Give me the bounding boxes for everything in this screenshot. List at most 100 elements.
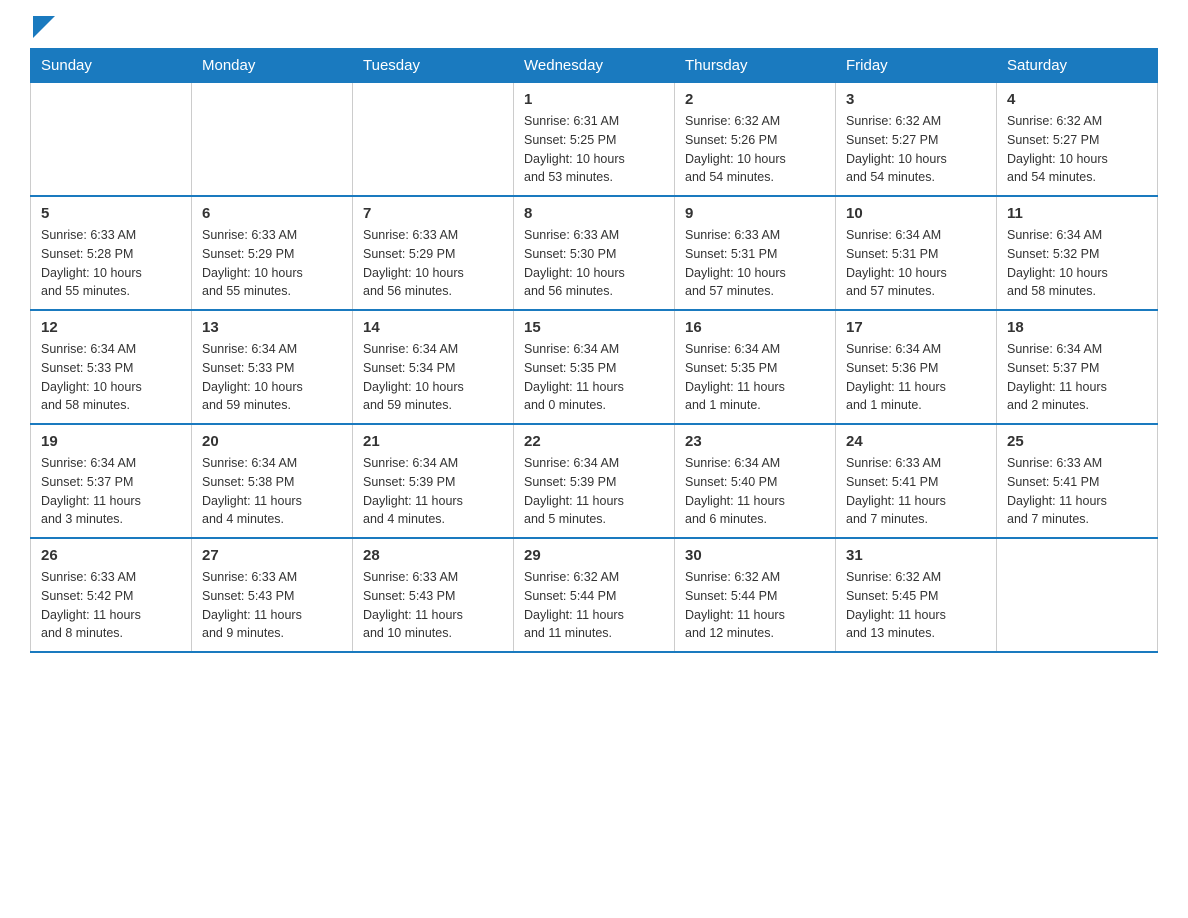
day-info: Sunrise: 6:34 AMSunset: 5:36 PMDaylight:…: [846, 340, 986, 415]
day-number: 23: [685, 433, 825, 450]
calendar-cell: 2 Sunrise: 6:32 AMSunset: 5:26 PMDaylight…: [675, 83, 836, 197]
calendar-table: SundayMondayTuesdayWednesdayThursdayFrid…: [30, 48, 1158, 653]
day-info: Sunrise: 6:31 AMSunset: 5:25 PMDaylight:…: [524, 112, 664, 187]
day-info: Sunrise: 6:32 AMSunset: 5:44 PMDaylight:…: [685, 568, 825, 643]
day-info: Sunrise: 6:33 AMSunset: 5:28 PMDaylight:…: [41, 226, 181, 301]
calendar-cell: 9Sunrise: 6:33 AMSunset: 5:31 PMDaylight…: [675, 196, 836, 310]
day-info: Sunrise: 6:32 AMSunset: 5:44 PMDaylight:…: [524, 568, 664, 643]
day-number: 3: [846, 91, 986, 108]
calendar-header-row: SundayMondayTuesdayWednesdayThursdayFrid…: [31, 49, 1158, 83]
day-number: 11: [1007, 205, 1147, 222]
day-number: 4: [1007, 91, 1147, 108]
day-info: Sunrise: 6:33 AMSunset: 5:42 PMDaylight:…: [41, 568, 181, 643]
calendar-cell: 19 Sunrise: 6:34 AMSunset: 5:37 PMDayligh…: [31, 424, 192, 538]
day-number: 24: [846, 433, 986, 450]
day-number: 21: [363, 433, 503, 450]
calendar-cell: 23 Sunrise: 6:34 AMSunset: 5:40 PMDayligh…: [675, 424, 836, 538]
calendar-cell: 22 Sunrise: 6:34 AMSunset: 5:39 PMDayligh…: [514, 424, 675, 538]
day-number: 6: [202, 205, 342, 222]
calendar-cell: 16 Sunrise: 6:34 AMSunset: 5:35 PMDayligh…: [675, 310, 836, 424]
calendar-cell: 4Sunrise: 6:32 AMSunset: 5:27 PMDaylight…: [997, 83, 1158, 197]
day-number: 12: [41, 319, 181, 336]
day-number: 26: [41, 547, 181, 564]
day-info: Sunrise: 6:34 AMSunset: 5:33 PMDaylight:…: [202, 340, 342, 415]
calendar-cell: 31 Sunrise: 6:32 AMSunset: 5:45 PMDayligh…: [836, 538, 997, 652]
calendar-cell: 13 Sunrise: 6:34 AMSunset: 5:33 PMDayligh…: [192, 310, 353, 424]
calendar-week-row: 12 Sunrise: 6:34 AMSunset: 5:33 PMDayligh…: [31, 310, 1158, 424]
day-info: Sunrise: 6:34 AMSunset: 5:39 PMDaylight:…: [363, 454, 503, 529]
day-info: Sunrise: 6:32 AMSunset: 5:26 PMDaylight:…: [685, 112, 825, 187]
logo-triangle-icon: [33, 16, 55, 38]
day-info: Sunrise: 6:33 AMSunset: 5:41 PMDaylight:…: [1007, 454, 1147, 529]
day-info: Sunrise: 6:33 AMSunset: 5:30 PMDaylight:…: [524, 226, 664, 301]
day-number: 2: [685, 91, 825, 108]
day-info: Sunrise: 6:34 AMSunset: 5:35 PMDaylight:…: [524, 340, 664, 415]
day-info: Sunrise: 6:34 AMSunset: 5:34 PMDaylight:…: [363, 340, 503, 415]
day-info: Sunrise: 6:34 AMSunset: 5:31 PMDaylight:…: [846, 226, 986, 301]
day-info: Sunrise: 6:33 AMSunset: 5:31 PMDaylight:…: [685, 226, 825, 301]
calendar-cell: 30Sunrise: 6:32 AMSunset: 5:44 PMDayligh…: [675, 538, 836, 652]
calendar-cell: [997, 538, 1158, 652]
day-header-saturday: Saturday: [997, 49, 1158, 83]
calendar-week-row: 19 Sunrise: 6:34 AMSunset: 5:37 PMDayligh…: [31, 424, 1158, 538]
day-number: 13: [202, 319, 342, 336]
day-number: 16: [685, 319, 825, 336]
day-info: Sunrise: 6:33 AMSunset: 5:29 PMDaylight:…: [363, 226, 503, 301]
day-header-monday: Monday: [192, 49, 353, 83]
day-header-friday: Friday: [836, 49, 997, 83]
day-info: Sunrise: 6:33 AMSunset: 5:41 PMDaylight:…: [846, 454, 986, 529]
calendar-cell: 11 Sunrise: 6:34 AMSunset: 5:32 PMDayligh…: [997, 196, 1158, 310]
calendar-cell: 26 Sunrise: 6:33 AMSunset: 5:42 PMDayligh…: [31, 538, 192, 652]
day-number: 7: [363, 205, 503, 222]
calendar-cell: 20 Sunrise: 6:34 AMSunset: 5:38 PMDayligh…: [192, 424, 353, 538]
day-number: 17: [846, 319, 986, 336]
calendar-cell: 5 Sunrise: 6:33 AMSunset: 5:28 PMDaylight…: [31, 196, 192, 310]
calendar-cell: 8 Sunrise: 6:33 AMSunset: 5:30 PMDaylight…: [514, 196, 675, 310]
day-info: Sunrise: 6:33 AMSunset: 5:43 PMDaylight:…: [202, 568, 342, 643]
day-header-tuesday: Tuesday: [353, 49, 514, 83]
calendar-cell: 28 Sunrise: 6:33 AMSunset: 5:43 PMDayligh…: [353, 538, 514, 652]
calendar-cell: [353, 83, 514, 197]
day-header-thursday: Thursday: [675, 49, 836, 83]
day-number: 15: [524, 319, 664, 336]
day-number: 31: [846, 547, 986, 564]
calendar-cell: 27Sunrise: 6:33 AMSunset: 5:43 PMDayligh…: [192, 538, 353, 652]
calendar-cell: 1 Sunrise: 6:31 AMSunset: 5:25 PMDaylight…: [514, 83, 675, 197]
day-number: 28: [363, 547, 503, 564]
day-info: Sunrise: 6:34 AMSunset: 5:37 PMDaylight:…: [1007, 340, 1147, 415]
calendar-cell: 10 Sunrise: 6:34 AMSunset: 5:31 PMDayligh…: [836, 196, 997, 310]
day-number: 20: [202, 433, 342, 450]
day-info: Sunrise: 6:34 AMSunset: 5:35 PMDaylight:…: [685, 340, 825, 415]
day-info: Sunrise: 6:32 AMSunset: 5:45 PMDaylight:…: [846, 568, 986, 643]
day-number: 14: [363, 319, 503, 336]
day-info: Sunrise: 6:34 AMSunset: 5:32 PMDaylight:…: [1007, 226, 1147, 301]
day-info: Sunrise: 6:34 AMSunset: 5:39 PMDaylight:…: [524, 454, 664, 529]
calendar-cell: 18 Sunrise: 6:34 AMSunset: 5:37 PMDayligh…: [997, 310, 1158, 424]
calendar-cell: 7 Sunrise: 6:33 AMSunset: 5:29 PMDaylight…: [353, 196, 514, 310]
day-number: 1: [524, 91, 664, 108]
calendar-week-row: 1 Sunrise: 6:31 AMSunset: 5:25 PMDaylight…: [31, 83, 1158, 197]
calendar-week-row: 26 Sunrise: 6:33 AMSunset: 5:42 PMDayligh…: [31, 538, 1158, 652]
day-header-wednesday: Wednesday: [514, 49, 675, 83]
calendar-cell: 17 Sunrise: 6:34 AMSunset: 5:36 PMDayligh…: [836, 310, 997, 424]
day-number: 5: [41, 205, 181, 222]
day-info: Sunrise: 6:34 AMSunset: 5:40 PMDaylight:…: [685, 454, 825, 529]
calendar-cell: [31, 83, 192, 197]
day-number: 19: [41, 433, 181, 450]
day-info: Sunrise: 6:34 AMSunset: 5:37 PMDaylight:…: [41, 454, 181, 529]
day-info: Sunrise: 6:34 AMSunset: 5:33 PMDaylight:…: [41, 340, 181, 415]
day-number: 18: [1007, 319, 1147, 336]
calendar-cell: 21 Sunrise: 6:34 AMSunset: 5:39 PMDayligh…: [353, 424, 514, 538]
logo: [30, 20, 55, 38]
day-number: 29: [524, 547, 664, 564]
calendar-cell: 15 Sunrise: 6:34 AMSunset: 5:35 PMDayligh…: [514, 310, 675, 424]
day-number: 10: [846, 205, 986, 222]
calendar-cell: 6Sunrise: 6:33 AMSunset: 5:29 PMDaylight…: [192, 196, 353, 310]
day-number: 8: [524, 205, 664, 222]
day-number: 22: [524, 433, 664, 450]
calendar-cell: [192, 83, 353, 197]
day-info: Sunrise: 6:34 AMSunset: 5:38 PMDaylight:…: [202, 454, 342, 529]
day-number: 25: [1007, 433, 1147, 450]
calendar-cell: 3Sunrise: 6:32 AMSunset: 5:27 PMDaylight…: [836, 83, 997, 197]
day-info: Sunrise: 6:33 AMSunset: 5:43 PMDaylight:…: [363, 568, 503, 643]
